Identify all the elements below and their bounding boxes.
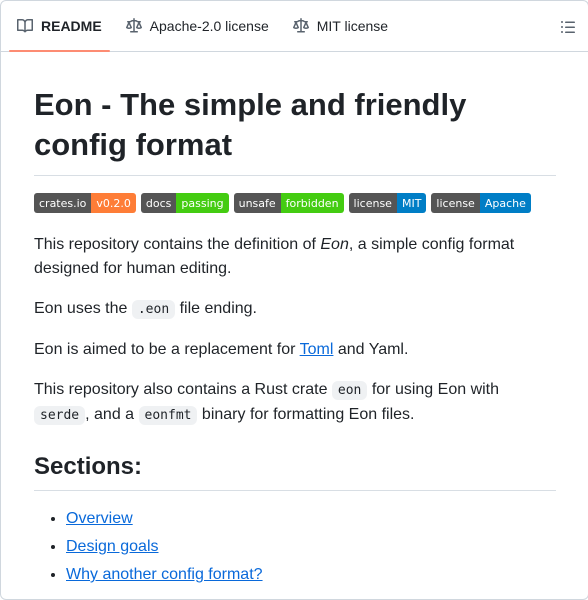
book-icon — [17, 18, 33, 33]
text: binary for formatting Eon files. — [197, 406, 415, 423]
inline-code: .eon — [131, 300, 176, 319]
toml-link[interactable]: Toml — [300, 341, 334, 358]
readme-panel: README Apache-2.0 license MIT license Eo… — [0, 0, 588, 600]
section-link-overview[interactable]: Overview — [66, 510, 133, 527]
text: and Yaml. — [333, 341, 409, 358]
outline-button[interactable] — [558, 17, 578, 37]
list-item: Why another config format? — [66, 563, 556, 587]
badge-right: forbidden — [280, 193, 344, 213]
badge-left: crates.io — [34, 193, 92, 213]
badge-right: Apache — [479, 193, 531, 213]
badge-left: docs — [140, 193, 177, 213]
tab-apache-label: Apache-2.0 license — [149, 18, 269, 34]
file-ending-paragraph: Eon uses the .eon file ending. — [34, 297, 556, 322]
text: This repository contains the definition … — [34, 236, 321, 253]
badge-row: crates.io v0.2.0 docs passing unsafe for… — [34, 193, 556, 213]
badge-left: license — [431, 193, 480, 213]
tab-readme[interactable]: README — [9, 1, 110, 52]
list-item: Overview — [66, 507, 556, 531]
scale-icon — [292, 18, 309, 33]
text: Eon is aimed to be a replacement for — [34, 341, 300, 358]
emphasis: Eon — [320, 236, 349, 253]
tab-mit-license[interactable]: MIT license — [285, 1, 396, 51]
badge-right: passing — [176, 193, 229, 213]
inline-code: eonfmt — [138, 406, 198, 425]
text: , and a — [85, 406, 139, 423]
text: This repository also contains a Rust cra… — [34, 381, 332, 398]
section-link-why-another[interactable]: Why another config format? — [66, 566, 263, 583]
tab-apache-license[interactable]: Apache-2.0 license — [118, 1, 277, 51]
crate-paragraph: This repository also contains a Rust cra… — [34, 378, 556, 428]
license-mit-badge[interactable]: license MIT — [348, 193, 427, 213]
scale-icon — [125, 18, 142, 33]
crates-io-badge[interactable]: crates.io v0.2.0 — [34, 193, 136, 213]
sections-heading: Sections: — [34, 452, 556, 491]
intro-paragraph: This repository contains the definition … — [34, 233, 556, 281]
license-apache-badge[interactable]: license Apache — [431, 193, 531, 213]
text: Eon uses the — [34, 300, 132, 317]
section-link-design-goals[interactable]: Design goals — [66, 538, 159, 555]
page-title: Eon - The simple and friendly config for… — [34, 85, 556, 176]
replacement-paragraph: Eon is aimed to be a replacement for Tom… — [34, 338, 556, 362]
inline-code: serde — [34, 406, 86, 425]
sections-list: Overview Design goals Why another config… — [34, 507, 556, 587]
unsafe-badge[interactable]: unsafe forbidden — [233, 193, 344, 213]
tab-readme-label: README — [41, 18, 102, 34]
badge-right: MIT — [396, 193, 427, 213]
inline-code: eon — [331, 381, 368, 400]
readme-tabbar: README Apache-2.0 license MIT license — [1, 1, 588, 52]
list-item: Design goals — [66, 535, 556, 559]
badge-right: v0.2.0 — [91, 193, 136, 213]
text: for using Eon with — [367, 381, 500, 398]
list-icon — [561, 21, 575, 33]
badge-left: unsafe — [233, 193, 281, 213]
readme-content: Eon - The simple and friendly config for… — [1, 85, 588, 587]
docs-badge[interactable]: docs passing — [140, 193, 229, 213]
badge-left: license — [348, 193, 397, 213]
tab-mit-label: MIT license — [316, 18, 389, 34]
text: file ending. — [175, 300, 257, 317]
